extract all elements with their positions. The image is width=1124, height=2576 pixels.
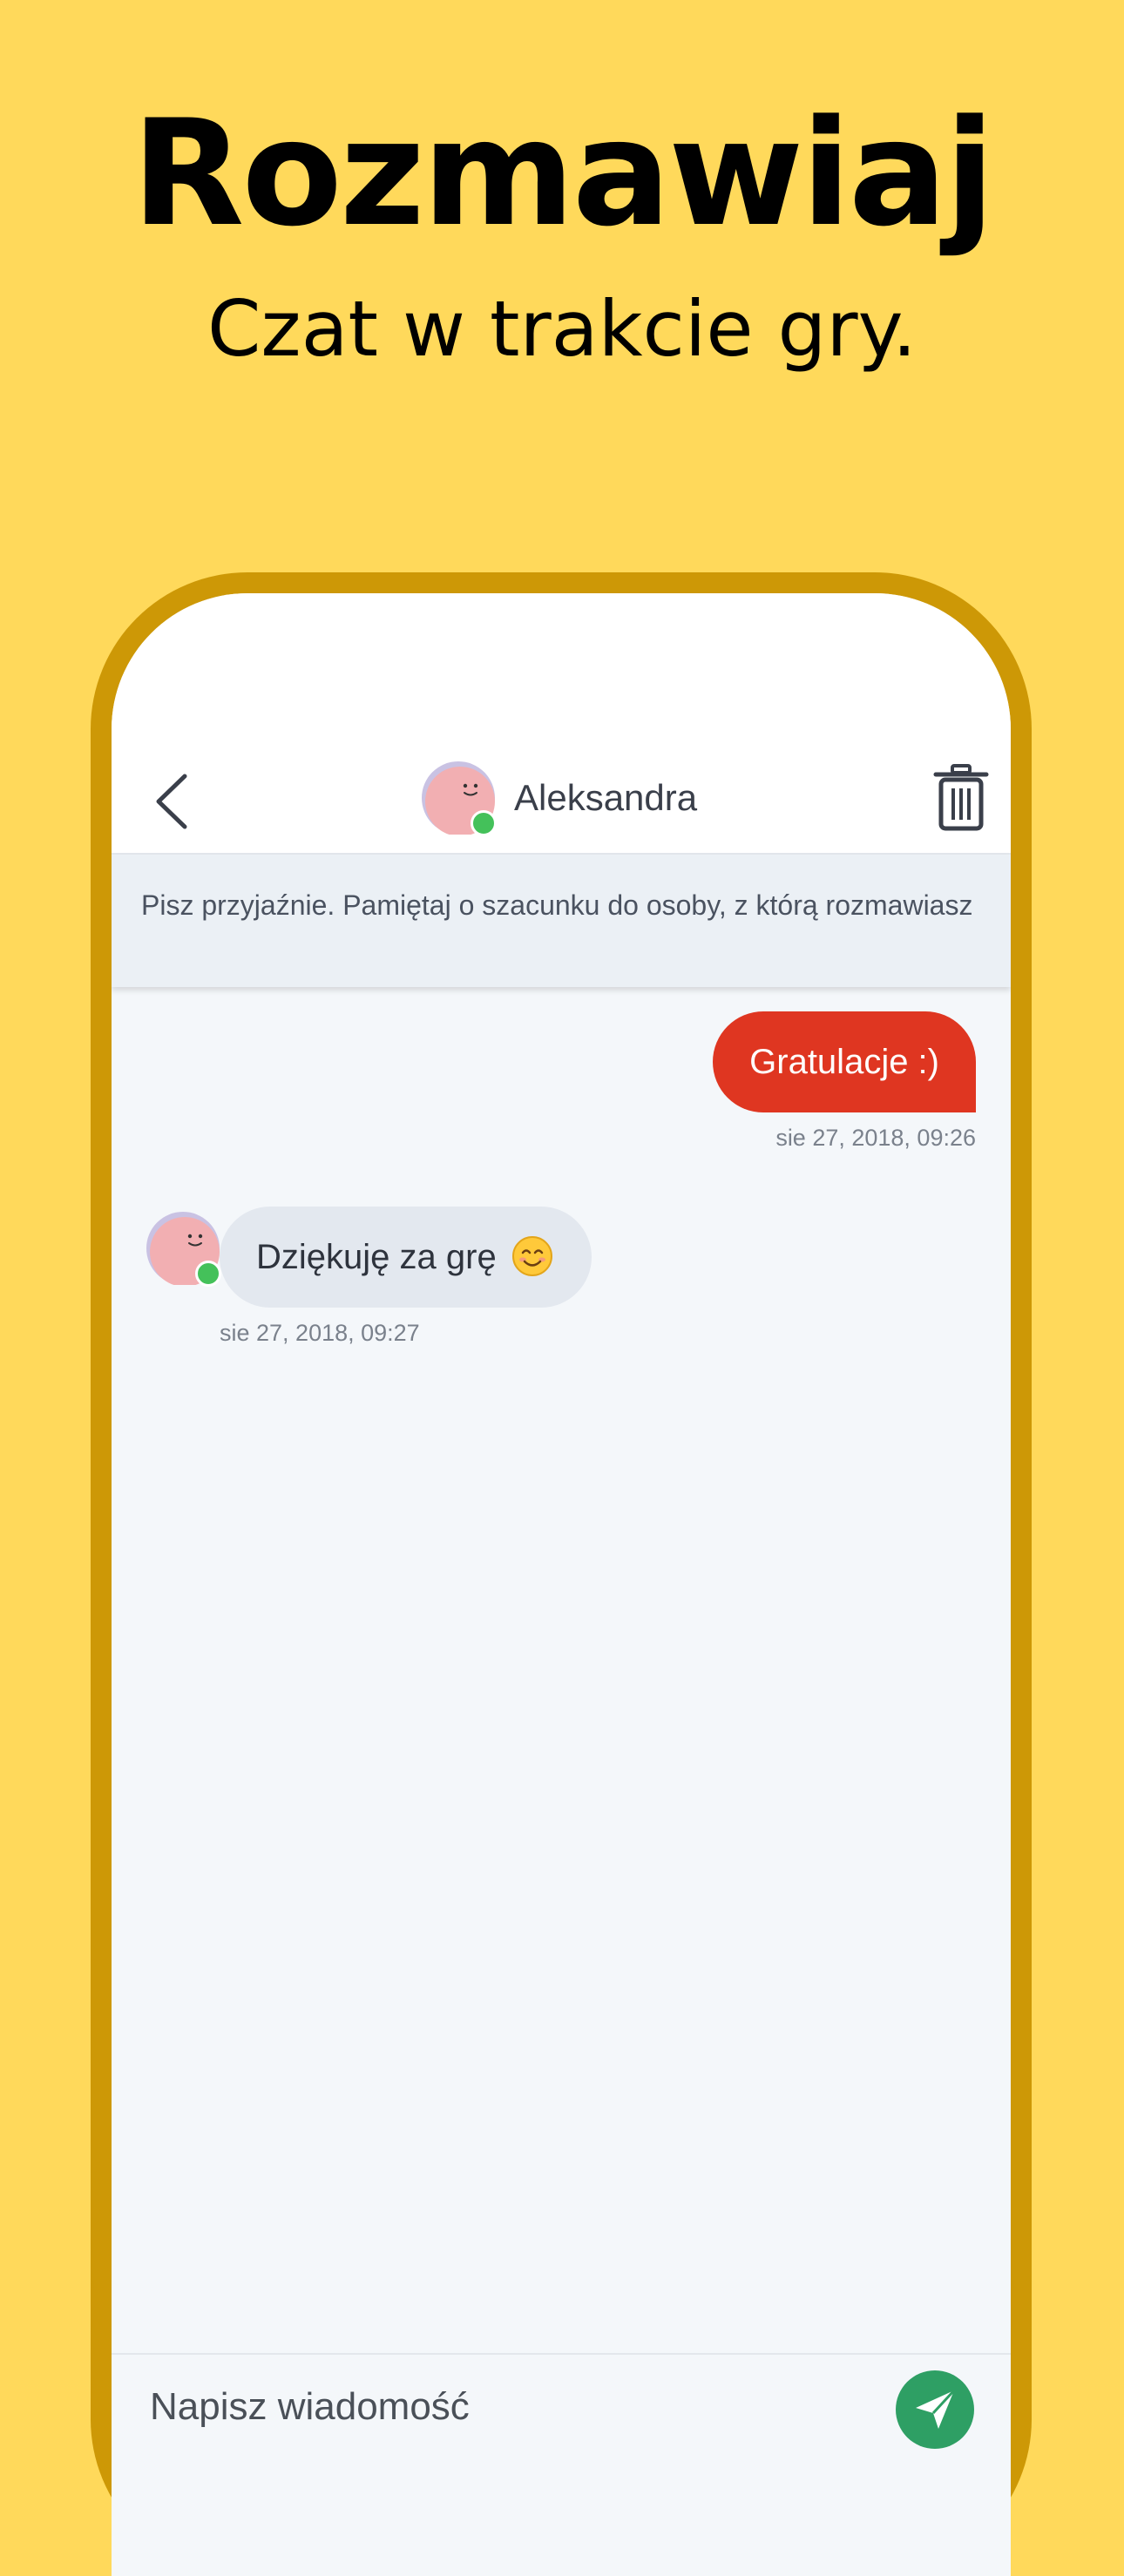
send-button[interactable] — [896, 2370, 974, 2449]
sender-avatar — [146, 1212, 221, 1287]
message-input[interactable] — [150, 2372, 847, 2442]
promo-subtitle: Czat w trakcie gry. — [207, 284, 917, 374]
online-status-dot — [471, 810, 497, 836]
message-composer — [112, 2353, 1011, 2576]
contact-info[interactable]: Aleksandra — [422, 759, 697, 837]
outgoing-message-time: sie 27, 2018, 09:26 — [775, 1125, 976, 1151]
phone-frame: Aleksandra Pisz przyjaźnie. Pamiętaj o s… — [91, 572, 1032, 2576]
incoming-message-bubble[interactable]: Dziękuję za grę — [220, 1207, 592, 1308]
status-bar-area — [112, 593, 1011, 741]
avatar — [422, 761, 497, 836]
incoming-message-text: Dziękuję za grę — [256, 1238, 497, 1276]
online-status-dot — [195, 1261, 221, 1287]
smiling-face-icon — [511, 1236, 552, 1277]
paper-plane-icon — [916, 2389, 956, 2429]
trash-icon — [933, 764, 989, 831]
chat-header: Aleksandra — [112, 741, 1011, 855]
promo-title: Rozmawiaj — [132, 88, 995, 259]
incoming-message-time: sie 27, 2018, 09:27 — [220, 1320, 420, 1346]
chat-screen: Aleksandra Pisz przyjaźnie. Pamiętaj o s… — [112, 593, 1011, 2576]
chevron-left-icon — [156, 774, 187, 829]
delete-conversation-button[interactable] — [931, 762, 992, 832]
contact-name: Aleksandra — [514, 777, 698, 818]
outgoing-message-bubble[interactable]: Gratulacje :) — [713, 1011, 976, 1112]
chat-etiquette-notice: Pisz przyjaźnie. Pamiętaj o szacunku do … — [112, 855, 1011, 987]
back-button[interactable] — [146, 771, 199, 832]
